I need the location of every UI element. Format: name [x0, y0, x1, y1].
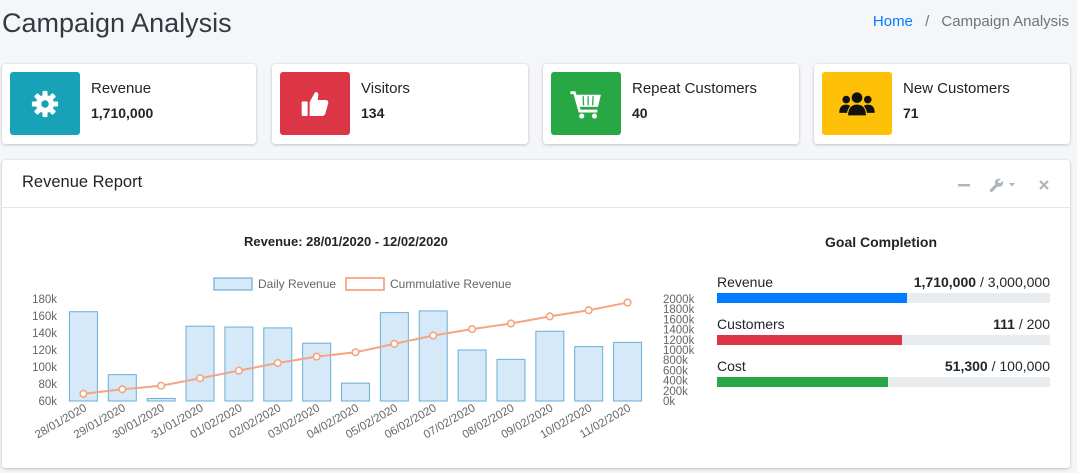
breadcrumb-current: Campaign Analysis — [941, 13, 1069, 30]
info-box-label: New Customers — [903, 80, 1010, 97]
y-left-tick-label: 120k — [32, 345, 57, 357]
bar-daily-revenue — [379, 312, 409, 402]
card-tools — [954, 176, 1054, 194]
info-box-label: Visitors — [361, 80, 410, 97]
goal-value: 111 / 200 — [993, 316, 1050, 332]
y-left-tick-label: 160k — [32, 311, 57, 323]
point-cumulative-revenue — [312, 352, 321, 361]
y-right-tick-label: 2000k — [663, 294, 695, 306]
goal-customers: Customers 111 / 200 — [717, 316, 1050, 346]
bar-daily-revenue — [341, 382, 370, 402]
point-cumulative-revenue — [390, 339, 399, 348]
goal-label: Revenue — [717, 274, 774, 290]
breadcrumb-home-link[interactable]: Home — [873, 13, 913, 30]
goal-label: Customers — [717, 316, 785, 332]
info-box-new-customers: New Customers 71 — [814, 64, 1070, 144]
goal-current: 1,710,000 — [913, 274, 977, 290]
card-header: Revenue Report — [2, 160, 1070, 208]
chart-title: Revenue: 28/01/2020 - 12/02/2020 — [244, 234, 448, 249]
bar-daily-revenue — [574, 346, 604, 402]
goal-progress-fill — [717, 335, 902, 345]
goal-target: / 3,000,000 — [979, 274, 1050, 290]
users-icon — [822, 72, 892, 135]
goal-progress-bar — [717, 335, 1050, 345]
point-cumulative-revenue — [429, 331, 438, 340]
legend-label-daily-revenue: Daily Revenue — [258, 277, 336, 291]
bar-daily-revenue — [496, 358, 526, 402]
point-cumulative-revenue — [79, 389, 88, 398]
goal-current: 51,300 — [944, 358, 988, 374]
minimize-icon[interactable] — [954, 176, 974, 194]
point-cumulative-revenue — [195, 374, 205, 383]
info-box-revenue: Revenue 1,710,000 — [2, 64, 256, 144]
thumbs-up-icon — [280, 72, 350, 135]
info-box-label: Revenue — [91, 80, 152, 97]
bar-daily-revenue — [457, 349, 487, 402]
info-box-value: 1,710,000 — [91, 105, 154, 121]
point-cumulative-revenue — [545, 312, 554, 321]
goal-target: / 200 — [1018, 316, 1050, 332]
breadcrumb: Home / Campaign Analysis — [873, 13, 1069, 30]
info-box-label: Repeat Customers — [632, 80, 758, 97]
y-left-tick-label: 100k — [32, 362, 57, 374]
shopping-cart-icon — [551, 72, 621, 135]
point-cumulative-revenue — [468, 324, 477, 334]
legend-swatch-cumulative-revenue — [345, 277, 385, 291]
goal-current: 111 — [993, 316, 1015, 332]
y-left-tick-label: 80k — [38, 379, 57, 391]
gear-icon — [10, 72, 80, 135]
wrench-icon[interactable] — [988, 176, 1020, 194]
goal-value: 1,710,000 / 3,000,000 — [914, 274, 1050, 290]
y-right-tick-label: 1800k — [663, 304, 695, 316]
point-cumulative-revenue — [273, 358, 282, 368]
info-box-visitors: Visitors 134 — [272, 64, 528, 144]
goal-progress-bar — [717, 293, 1050, 303]
point-cumulative-revenue — [351, 348, 360, 357]
bar-daily-revenue — [224, 326, 254, 402]
legend-label-cumulative-revenue: Cummulative Revenue — [390, 277, 512, 291]
point-cumulative-revenue — [157, 381, 166, 390]
info-box-value: 71 — [903, 105, 919, 121]
point-cumulative-revenue — [506, 319, 516, 328]
goal-progress-bar — [717, 377, 1050, 387]
goal-label: Cost — [717, 358, 746, 374]
y-left-tick-label: 140k — [32, 328, 57, 340]
card-title: Revenue Report — [22, 173, 143, 191]
goal-revenue: Revenue 1,710,000 / 3,000,000 — [717, 274, 1050, 304]
bar-daily-revenue — [535, 330, 565, 402]
goal-target: / 100,000 — [991, 358, 1050, 374]
info-box-value: 134 — [361, 105, 385, 121]
revenue-chart: Daily Revenue Cummulative Revenue 60k 80k 10… — [32, 277, 695, 441]
point-cumulative-revenue — [623, 298, 632, 307]
point-cumulative-revenue — [118, 385, 127, 394]
bar-daily-revenue — [418, 310, 448, 402]
bar-daily-revenue — [185, 325, 215, 402]
page-title: Campaign Analysis — [2, 8, 232, 38]
goal-value: 51,300 / 100,000 — [945, 358, 1050, 374]
goal-progress-fill — [717, 377, 888, 387]
goal-cost: Cost 51,300 / 100,000 — [717, 358, 1050, 388]
y-right-tick-label: 800k — [663, 355, 688, 367]
info-box-value: 40 — [632, 105, 648, 121]
bar-daily-revenue — [613, 341, 643, 402]
goal-progress-fill — [717, 293, 907, 303]
info-box-repeat-customers: Repeat Customers 40 — [543, 64, 799, 144]
legend-swatch-daily-revenue — [213, 277, 253, 291]
bar-daily-revenue — [302, 342, 332, 402]
bar-daily-revenue — [68, 311, 98, 402]
goal-completion-title: Goal Completion — [825, 234, 937, 250]
point-cumulative-revenue — [584, 306, 593, 315]
y-left-tick-label: 60k — [38, 396, 57, 408]
close-icon[interactable] — [1034, 176, 1054, 194]
revenue-report-card: Revenue Report Revenue: 28/01/2020 - 12/… — [2, 160, 1070, 468]
y-left-tick-label: 180k — [32, 294, 57, 306]
breadcrumb-separator: / — [925, 13, 930, 30]
bar-daily-revenue — [146, 397, 176, 402]
point-cumulative-revenue — [234, 366, 243, 375]
